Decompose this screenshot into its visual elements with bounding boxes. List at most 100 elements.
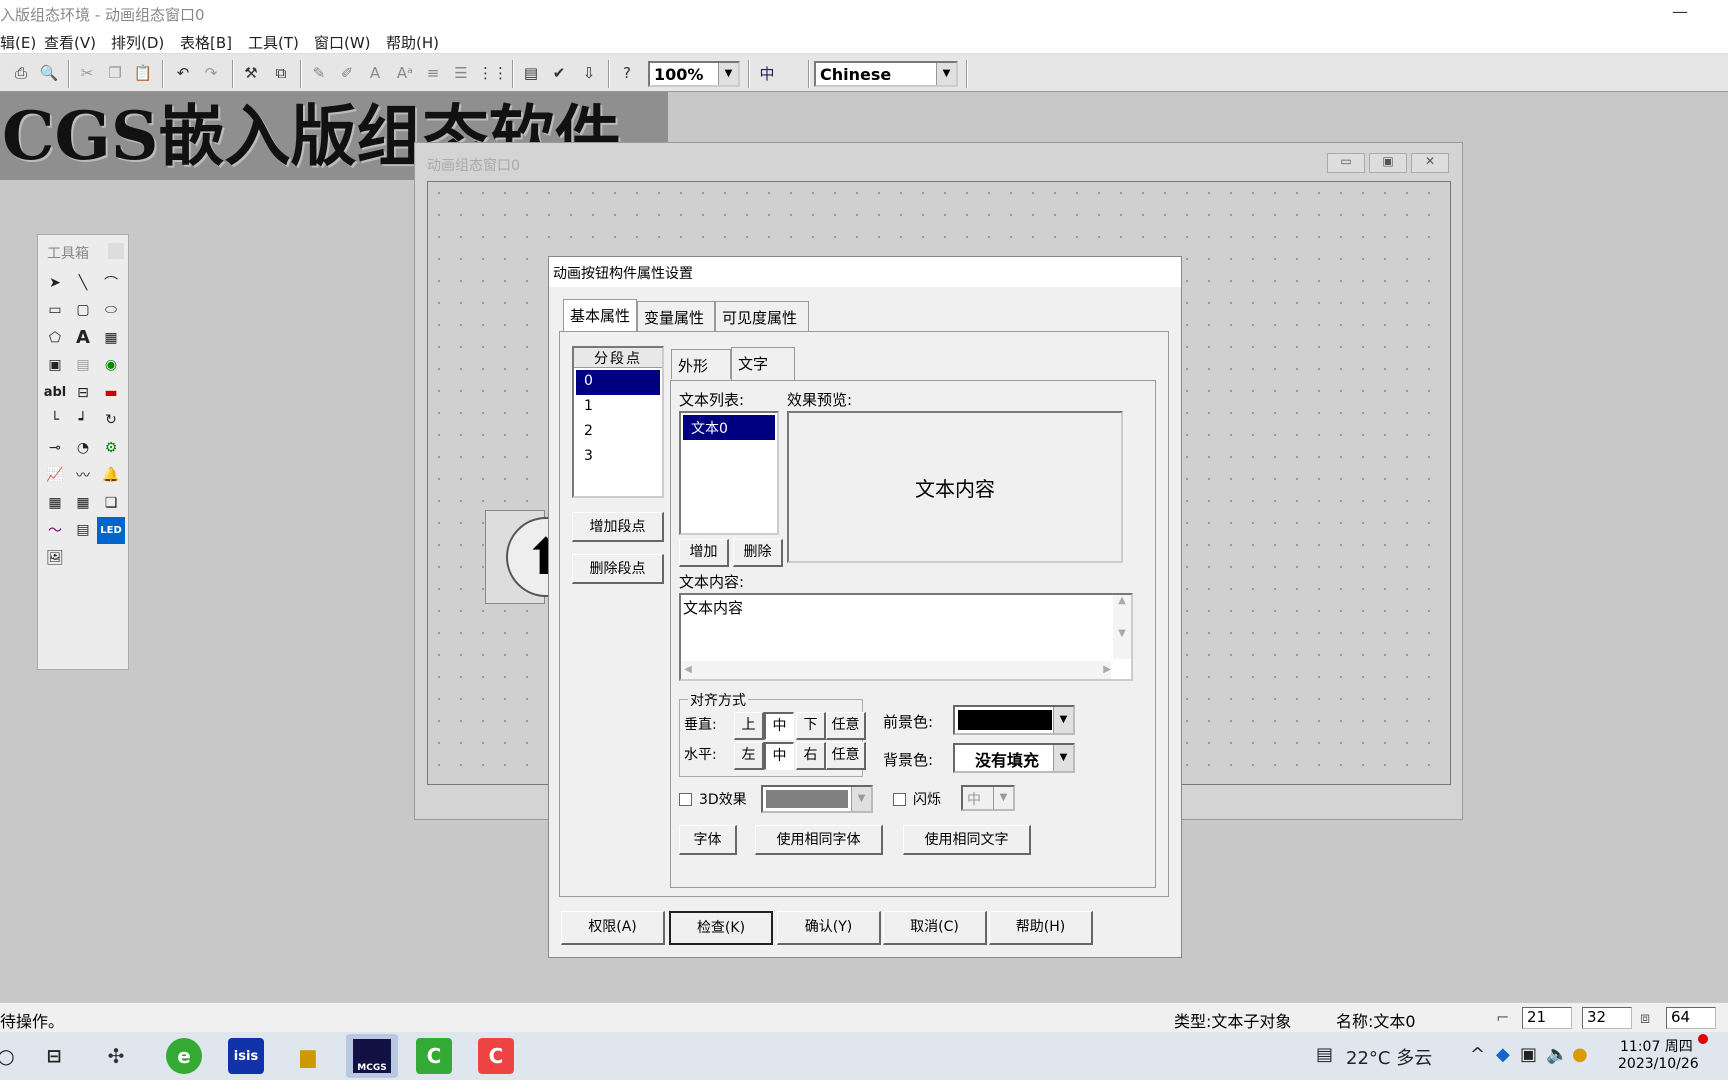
mcgs-app-button[interactable]: MCGS (346, 1034, 398, 1078)
help-button[interactable]: 帮助(H) (989, 911, 1093, 945)
tab-basic[interactable]: 基本属性 (563, 299, 637, 332)
flow-icon[interactable]: ┙ (69, 407, 97, 435)
horizontal-scrollbar[interactable]: ◀ ▶ (681, 661, 1111, 679)
valign-any-button[interactable]: 任意 (826, 712, 866, 740)
check-icon[interactable]: ✔ (546, 60, 572, 86)
menu-edit[interactable]: 辑(E) (0, 32, 36, 53)
clock-time[interactable]: 11:07 周四 (1620, 1036, 1693, 1056)
undo-icon[interactable]: ↶ (170, 60, 196, 86)
blink-speed-select[interactable]: 中 ▼ (961, 785, 1015, 811)
history-trend-icon[interactable]: 〰 (69, 462, 97, 490)
language-icon[interactable]: 中 (754, 60, 780, 86)
halign-center-button[interactable]: 中 (764, 742, 794, 770)
isis-app-icon[interactable]: isis (228, 1038, 264, 1074)
tools-icon[interactable]: ⚒ (238, 60, 264, 86)
element-icon[interactable]: ▤ (69, 352, 97, 380)
valign-bottom-button[interactable]: 下 (796, 712, 826, 740)
slider-icon[interactable]: ⊟ (69, 379, 97, 407)
add-text-button[interactable]: 增加 (679, 539, 729, 567)
button-icon[interactable]: ▬ (97, 379, 125, 407)
trend-icon[interactable]: 📈 (41, 462, 69, 490)
picture-icon[interactable]: 🖼 (41, 544, 69, 572)
list-icon[interactable]: ☰ (448, 60, 474, 86)
group-icon[interactable]: ❏ (97, 489, 125, 517)
news-icon[interactable]: ▤ (1316, 1044, 1333, 1065)
segment-list[interactable]: 分段点 0 1 2 3 (572, 346, 664, 498)
list-item[interactable]: 文本0 (683, 415, 775, 440)
text-list[interactable]: 文本0 (679, 411, 779, 535)
clock-date[interactable]: 2023/10/26 (1618, 1056, 1699, 1072)
menu-tools[interactable]: 工具(T) (248, 32, 299, 53)
menu-view[interactable]: 查看(V) (44, 32, 96, 53)
frame-icon[interactable]: ⧉ (268, 60, 294, 86)
check-button[interactable]: 检查(K) (669, 911, 773, 945)
help-pointer-icon[interactable]: ? (614, 60, 640, 86)
tab-variable[interactable]: 变量属性 (637, 301, 715, 331)
permission-button[interactable]: 权限(A) (561, 911, 665, 945)
network-icon[interactable]: ▣ (1520, 1044, 1537, 1065)
curve-icon[interactable]: 〜 (41, 517, 69, 545)
same-text-button[interactable]: 使用相同文字 (903, 825, 1031, 855)
zoom-select[interactable]: 100% ▼ (648, 61, 740, 87)
sort-icon[interactable]: ⇩ (576, 60, 602, 86)
align-icon[interactable]: ≡ (420, 60, 446, 86)
c-app-icon[interactable]: C (478, 1038, 514, 1074)
tab-visibility[interactable]: 可见度属性 (715, 301, 809, 331)
library-icon[interactable]: ◉ (97, 352, 125, 380)
browser-icon[interactable]: e (166, 1038, 202, 1074)
rotate-icon[interactable]: ↻ (97, 407, 125, 435)
volume-icon[interactable]: 🔈 (1546, 1044, 1568, 1065)
pinwheel-app-icon[interactable]: ✣ (98, 1038, 134, 1074)
rounded-rect-icon[interactable]: ▢ (69, 297, 97, 325)
blink-checkbox[interactable] (893, 793, 906, 806)
pipe-icon[interactable]: └ (41, 407, 69, 435)
delete-segment-button[interactable]: 删除段点 (572, 554, 664, 584)
data-icon[interactable]: ▤ (69, 517, 97, 545)
text-icon[interactable]: A (69, 324, 97, 352)
halign-right-button[interactable]: 右 (796, 742, 826, 770)
task-view-icon[interactable]: ⊟ (36, 1038, 72, 1074)
tab-shape[interactable]: 外形 (671, 349, 731, 379)
ellipse-icon[interactable]: ⬭ (97, 297, 125, 325)
bg-color-select[interactable]: 没有填充 ▼ (953, 743, 1075, 773)
grid-icon[interactable]: ⋮⋮ (478, 60, 508, 86)
list-item[interactable]: 1 (576, 395, 660, 420)
edit-icon[interactable]: ✐ (334, 60, 360, 86)
menu-arrange[interactable]: 排列(D) (111, 32, 164, 53)
maximize-button[interactable]: ▣ (1369, 153, 1407, 173)
delete-text-button[interactable]: 删除 (733, 539, 783, 567)
meter-icon[interactable]: ◔ (69, 434, 97, 462)
security-icon[interactable]: ◆ (1496, 1044, 1510, 1065)
print-preview-icon[interactable]: 🔍 (36, 60, 62, 86)
table-icon[interactable]: ▦ (41, 489, 69, 517)
pointer-icon[interactable]: ➤ (41, 269, 69, 297)
motor-icon[interactable]: ⚙ (97, 434, 125, 462)
font-button[interactable]: 字体 (679, 825, 737, 855)
alarm-icon[interactable]: 🔔 (97, 462, 125, 490)
clion-icon[interactable]: C (416, 1038, 452, 1074)
vertical-scrollbar[interactable]: ▲ ▼ (1113, 595, 1131, 659)
rectangle-icon[interactable]: ▭ (41, 297, 69, 325)
chevron-up-icon[interactable]: ^ (1470, 1044, 1485, 1065)
arc-icon[interactable]: ⌒ (97, 269, 125, 297)
cancel-button[interactable]: 取消(C) (883, 911, 987, 945)
polygon-icon[interactable]: ⬠ (41, 324, 69, 352)
format-painter-icon[interactable]: ✎ (306, 60, 332, 86)
report-icon[interactable]: ▦ (69, 489, 97, 517)
bitmap-icon[interactable]: ▣ (41, 352, 69, 380)
minimize-button[interactable]: ▭ (1327, 153, 1365, 173)
minimize-button[interactable]: — (1672, 2, 1688, 21)
language-select[interactable]: Chinese ▼ (814, 61, 958, 87)
add-segment-button[interactable]: 增加段点 (572, 512, 664, 542)
line-icon[interactable]: ╲ (69, 269, 97, 297)
print-icon[interactable]: ⎙ (8, 60, 34, 86)
led-icon[interactable]: LED (97, 516, 125, 544)
input-method-icon[interactable]: ● (1572, 1044, 1588, 1065)
close-icon[interactable] (108, 243, 124, 259)
animated-button-object[interactable]: ⬆ (485, 510, 586, 604)
list-item[interactable]: 0 (576, 370, 660, 395)
confirm-button[interactable]: 确认(Y) (777, 911, 881, 945)
menu-help[interactable]: 帮助(H) (386, 32, 439, 53)
menu-window[interactable]: 窗口(W) (314, 32, 371, 53)
weather-text[interactable]: 22°C 多云 (1346, 1044, 1432, 1070)
